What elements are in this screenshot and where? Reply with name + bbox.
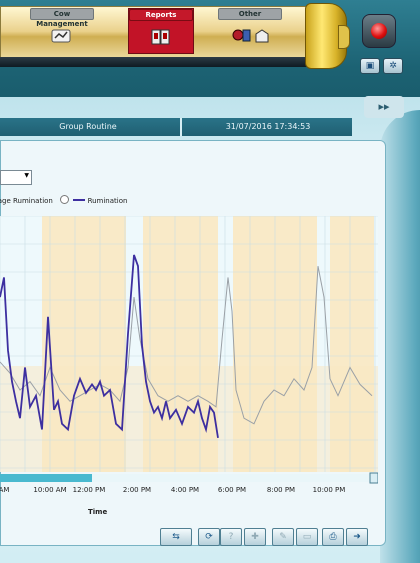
refresh-button[interactable]: ⟳ — [198, 528, 220, 546]
x-tick-label: 10:00 PM — [312, 486, 346, 494]
edit-icon: ✎ — [279, 532, 287, 542]
cow-management-icon — [51, 29, 71, 43]
chart-legend: Average Rumination Rumination — [0, 195, 127, 205]
legend-average-rumination-label: Average Rumination — [0, 197, 53, 205]
group-routine-title: Group Routine — [59, 122, 117, 131]
settings-button[interactable]: ✲ — [383, 58, 403, 74]
header-datetime: 31/07/2016 17:34:53 — [180, 118, 354, 136]
delete-button[interactable]: ▭ — [296, 528, 318, 546]
expand-panel-button[interactable]: ▸▸ — [364, 96, 404, 118]
refresh-icon: ⟳ — [205, 532, 213, 542]
tab-cow-management[interactable]: Cow Management — [30, 8, 94, 50]
x-tick-label: 10:00 AM — [33, 486, 67, 494]
exit-button[interactable]: ➜ — [346, 528, 368, 546]
delete-icon: ▭ — [302, 532, 312, 542]
top-navigation-bar: Cow Management Reports Other ▣ ✲ — [0, 0, 420, 97]
report-header-bar: Group Routine 31/07/2016 17:34:53 — [0, 118, 352, 136]
print-icon: ⎙ — [329, 532, 337, 542]
x-tick-label: 12:00 PM — [72, 486, 106, 494]
filter-dropdown[interactable]: ▼ — [0, 170, 32, 185]
double-chevron-right-icon: ▸▸ — [378, 100, 390, 113]
exit-icon: ➜ — [353, 532, 361, 542]
navigation-rail-shadow — [0, 57, 330, 67]
tab-other[interactable]: Other — [218, 8, 282, 50]
monitor-icon: ▣ — [365, 61, 375, 71]
export-button[interactable]: ⇆ — [160, 528, 192, 546]
legend-rumination-label: Rumination — [87, 197, 128, 205]
x-tick-label: 2:00 PM — [122, 486, 152, 494]
export-icon: ⇆ — [172, 532, 180, 542]
rumination-chart — [0, 216, 378, 484]
chart-scrollbar-thumb[interactable] — [92, 474, 372, 482]
reports-icon — [151, 29, 170, 45]
print-button[interactable]: ⎙ — [322, 528, 344, 546]
add-icon: ✚ — [251, 532, 259, 542]
monitor-button[interactable]: ▣ — [360, 58, 380, 74]
x-tick-label: 8:00 PM — [266, 486, 296, 494]
chevron-down-icon: ▼ — [24, 172, 29, 179]
chart-scroll-right-button[interactable] — [369, 472, 378, 484]
right-decoration — [380, 110, 420, 563]
x-tick-label: AM — [0, 486, 10, 494]
add-button[interactable]: ✚ — [244, 528, 266, 546]
tab-cow-management-label: Cow Management — [30, 8, 94, 28]
other-icon — [232, 29, 269, 43]
help-button[interactable]: ? — [220, 528, 242, 546]
tab-reports-label: Reports — [129, 9, 193, 21]
edit-button[interactable]: ✎ — [272, 528, 294, 546]
legend-rumination-swatch — [73, 199, 86, 201]
x-tick-label: 6:00 PM — [217, 486, 247, 494]
tab-reports[interactable]: Reports — [128, 8, 194, 54]
legend-rumination-checkbox[interactable] — [60, 195, 70, 204]
alarm-indicator[interactable] — [362, 14, 396, 48]
x-axis-labels: AM 10:00 AM 12:00 PM 2:00 PM 4:00 PM 6:00 PM 8… — [0, 486, 378, 498]
gear-icon: ✲ — [389, 61, 397, 71]
tab-other-label: Other — [218, 8, 282, 20]
help-icon: ? — [228, 532, 234, 542]
x-tick-label: 4:00 PM — [170, 486, 200, 494]
navigation-rail-knob — [338, 25, 350, 49]
x-axis-title: Time — [88, 508, 108, 516]
